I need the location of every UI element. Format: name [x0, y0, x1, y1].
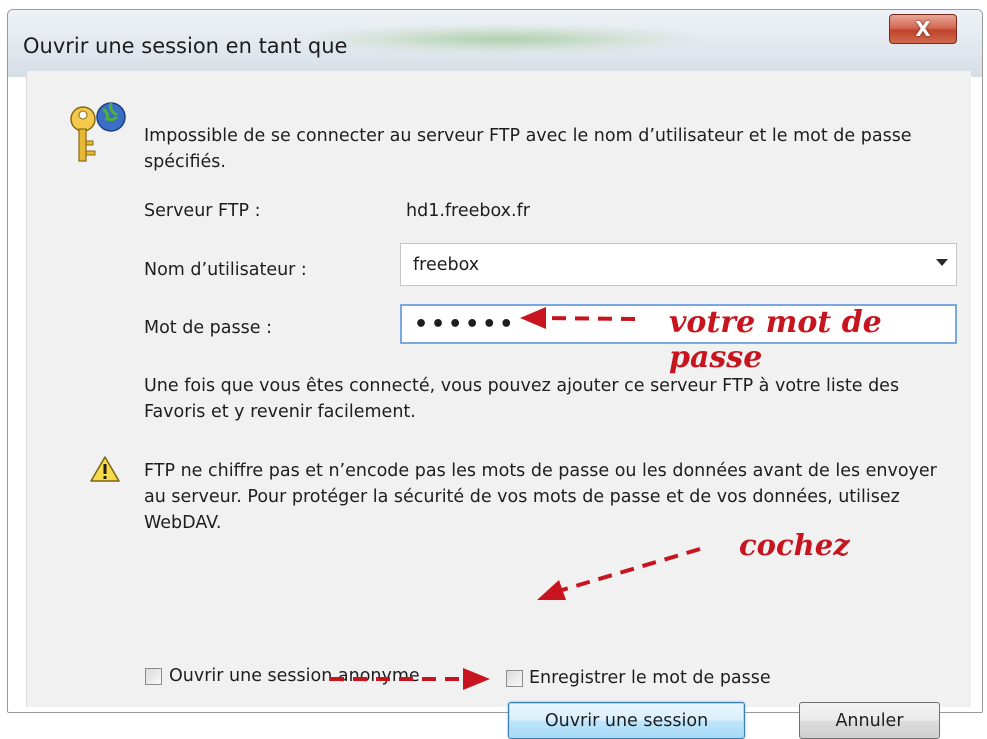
annotation-arrows — [330, 307, 701, 690]
login-button-arrow — [330, 668, 490, 690]
checkbox-arrow — [537, 547, 701, 600]
password-arrow — [520, 307, 636, 329]
